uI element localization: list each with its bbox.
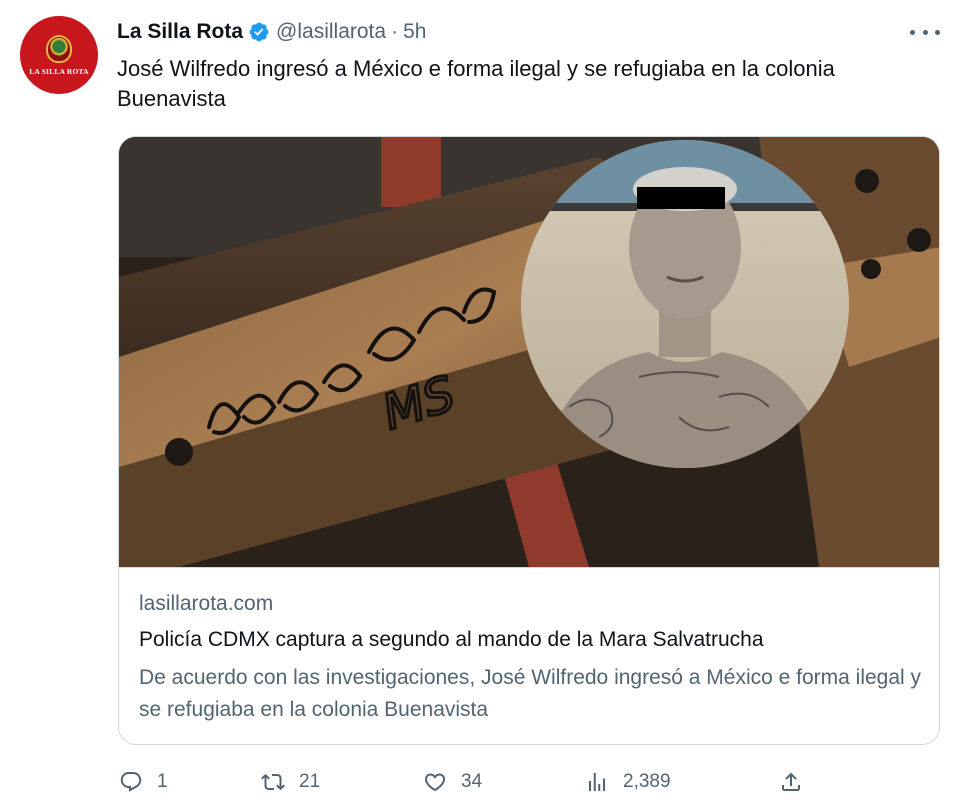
verified-badge-icon: [249, 22, 269, 42]
card-image[interactable]: MS: [119, 137, 939, 567]
more-dot-icon: [935, 29, 940, 35]
more-dot-icon: [910, 29, 915, 35]
reply-button[interactable]: 1: [119, 764, 168, 800]
tweet-actions: 1 21 34 2,389: [117, 764, 817, 800]
display-name[interactable]: La Silla Rota: [117, 20, 243, 44]
card-image-scene: MS: [119, 137, 939, 567]
link-card[interactable]: MS lasillarota.com Policía CDMX captura …: [118, 136, 940, 745]
retweet-button[interactable]: 21: [261, 764, 320, 800]
card-title: Policía CDMX captura a segundo al mando …: [139, 628, 764, 651]
card-body[interactable]: lasillarota.com Policía CDMX captura a s…: [119, 567, 939, 744]
like-button[interactable]: 34: [423, 764, 482, 800]
views-button[interactable]: 2,389: [585, 764, 671, 800]
share-button[interactable]: [779, 764, 803, 800]
views-count: 2,389: [623, 771, 671, 792]
tweet-text: José Wilfredo ingresó a México e forma i…: [117, 56, 835, 111]
avatar-brand-text: LA SILLA ROTA: [29, 66, 89, 76]
more-options-button[interactable]: [910, 24, 940, 40]
tweet-header: La Silla Rota @lasillarota · 5h: [117, 18, 426, 46]
like-count: 34: [461, 771, 483, 792]
retweet-icon: [261, 773, 285, 791]
handle[interactable]: @lasillarota: [276, 20, 386, 44]
more-dot-icon: [922, 29, 928, 35]
views-icon: [589, 773, 605, 791]
retweet-count: 21: [299, 771, 321, 792]
card-domain: lasillarota.com: [139, 592, 274, 615]
tweet[interactable]: LA SILLA ROTA La Silla Rota @lasillarota…: [0, 0, 960, 808]
avatar[interactable]: LA SILLA ROTA: [20, 16, 98, 94]
reply-icon: [120, 772, 142, 792]
heart-icon: [424, 773, 446, 792]
timestamp[interactable]: 5h: [403, 20, 426, 44]
logo-crest-icon: [46, 34, 72, 63]
card-description: De acuerdo con las investigaciones, José…: [139, 666, 922, 721]
share-icon: [782, 772, 800, 791]
separator-dot: ·: [391, 20, 399, 43]
reply-count: 1: [157, 771, 168, 792]
